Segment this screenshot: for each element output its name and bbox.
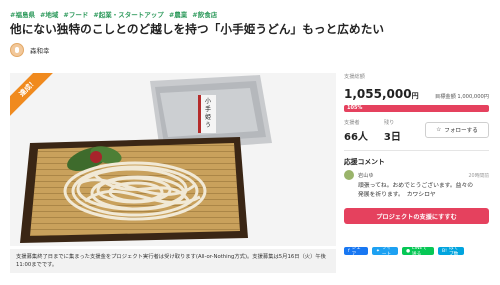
cheer-comments-title: 応援コメント — [344, 158, 385, 166]
star-icon: ☆ — [436, 127, 442, 133]
progress-bar: 105% — [344, 105, 489, 112]
owner-avatar — [10, 43, 24, 57]
follow-button[interactable]: ☆ フォローする — [425, 122, 489, 138]
funding-stats: 支援総額 1,055,000円 目標金額 1,000,000円 105% 支援者… — [344, 73, 489, 143]
line-share-button[interactable]: ● LINEで送る — [402, 246, 434, 257]
svg-text:う: う — [205, 122, 211, 129]
twitter-share-button[interactable]: ✦ ツイート — [372, 246, 398, 257]
line-icon: ● — [406, 248, 411, 254]
tag-restaurant[interactable]: #飲食店 — [192, 9, 217, 19]
tag-list: #福島県 #地域 #フード #起業・スタートアップ #農業 #飲食店 — [10, 9, 217, 19]
twitter-icon: ✦ — [376, 248, 380, 254]
tag-food[interactable]: #フード — [63, 9, 88, 19]
line-share-label: LINEで送る — [412, 246, 427, 257]
comment-item: 岩山ゆ 20時間前 頑張ってね。おめでとうございます。益々の 発展を祈ります。 … — [344, 170, 489, 200]
supporters-label: 支援者 — [344, 120, 360, 126]
goal-amount: 目標金額 1,000,000円 — [435, 94, 489, 100]
commenter-avatar[interactable] — [344, 170, 354, 180]
facebook-share-label: シェア — [351, 246, 361, 257]
page-title: 他にない独特のこしとのど越しを持つ「小手姫うどん」もっと広めたい — [10, 22, 385, 36]
total-amount: 1,055,000 — [344, 87, 412, 101]
package-label: 小 — [205, 97, 211, 105]
svg-text:姫: 姫 — [205, 113, 211, 121]
share-buttons: f シェア ✦ ツイート ● LINEで送る B! はてブ数 — [344, 246, 464, 257]
udon-photo: 小 手 姫 う — [10, 73, 336, 246]
facebook-icon: f — [348, 248, 350, 254]
tag-agriculture[interactable]: #農業 — [169, 9, 187, 19]
remaining-days: 3日 — [383, 132, 401, 143]
amount-unit: 円 — [411, 92, 419, 100]
divider — [344, 150, 489, 151]
progress-percent: 105% — [347, 105, 363, 111]
twitter-share-label: ツイート — [381, 246, 392, 257]
project-owner[interactable]: 森和幸 — [10, 43, 50, 57]
comment-time: 20時間前 — [468, 173, 490, 179]
tag-fukushima[interactable]: #福島県 — [10, 9, 35, 19]
remaining-label: 残り — [383, 120, 395, 126]
comment-body-line2: 発展を祈ります。 カワシロヤ — [358, 192, 436, 198]
hero-image: 達成！ 小 手 姫 う — [10, 73, 336, 246]
tag-startup[interactable]: #起業・スタートアップ — [93, 9, 163, 19]
tag-region[interactable]: #地域 — [40, 9, 58, 19]
funding-caption: 支援募集終了日までに集まった支援金をプロジェクト実行者は受け取ります(All-o… — [10, 249, 336, 273]
owner-name[interactable]: 森和幸 — [30, 45, 50, 55]
facebook-share-button[interactable]: f シェア — [344, 246, 368, 257]
svg-text:手: 手 — [205, 105, 211, 113]
commenter-name[interactable]: 岩山ゆ — [358, 172, 374, 179]
total-label: 支援総額 — [344, 74, 365, 80]
hatena-share-label: はてブ数 — [449, 246, 459, 257]
hatena-bookmark-button[interactable]: B! はてブ数 — [438, 246, 464, 257]
follow-label: フォローする — [444, 128, 478, 134]
support-project-button[interactable]: プロジェクトの支援にすすむ — [344, 208, 489, 224]
hatena-icon: B! — [442, 248, 447, 254]
supporters-count: 66人 — [344, 132, 368, 143]
comment-body-line1: 頑張ってね。おめでとうございます。益々の — [358, 183, 474, 189]
progress-fill — [344, 105, 489, 112]
